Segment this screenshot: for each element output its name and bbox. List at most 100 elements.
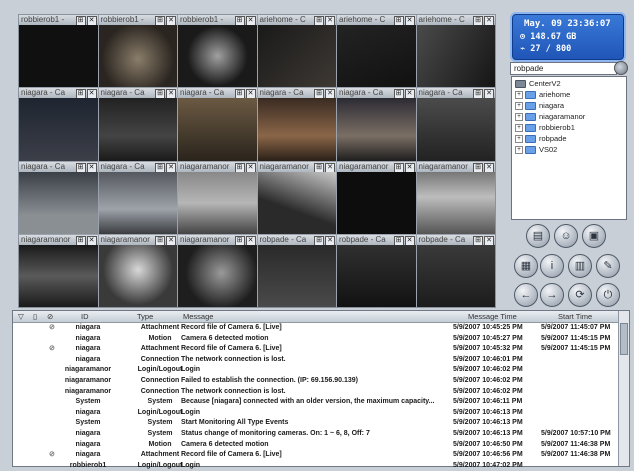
tree-item[interactable]: + VS02	[515, 145, 557, 155]
log-row[interactable]: System System Because [niagara] connected …	[13, 397, 619, 408]
expand-icon[interactable]: +	[515, 113, 523, 122]
camera-tile[interactable]: robpade - Ca ⊞ ✕	[337, 234, 416, 307]
log-row[interactable]: niagara Motion Camera 6 detected motion 5/9…	[13, 440, 619, 451]
forward-icon[interactable]: →	[540, 283, 564, 307]
expand-icon[interactable]: +	[515, 135, 523, 144]
expand-icon[interactable]: +	[515, 102, 523, 111]
tree-item[interactable]: + robpade	[515, 134, 567, 144]
camera-video[interactable]	[178, 244, 257, 307]
log-scrollbar[interactable]	[618, 311, 629, 466]
camera-tile[interactable]: niagaramanor ⊞ ✕	[98, 234, 177, 307]
camera-tile[interactable]: niagara - Ca ⊞ ✕	[257, 88, 336, 161]
tree-item[interactable]: + niagara	[515, 101, 564, 111]
search-button[interactable]	[614, 61, 628, 75]
power-icon[interactable]: ⏻	[596, 283, 620, 307]
layout-icon[interactable]: ▥	[568, 254, 592, 278]
grid-layout-icon[interactable]: ▦	[514, 254, 538, 278]
camera-tile[interactable]: niagara - Ca ⊞ ✕	[98, 88, 177, 161]
camera-video[interactable]	[416, 98, 495, 161]
log-row[interactable]: niagara Connection The network connection …	[13, 355, 619, 366]
camera-tile[interactable]: ariehome - C ⊞ ✕	[257, 15, 336, 88]
camera-video[interactable]	[416, 25, 495, 88]
col-message-time[interactable]: Message Time	[468, 311, 517, 322]
col-type[interactable]: Type	[137, 311, 153, 322]
camera-video[interactable]	[416, 244, 495, 307]
info-icon[interactable]: i	[540, 254, 564, 278]
log-row[interactable]: niagaramanor Connection The network connec…	[13, 387, 619, 398]
camera-tile[interactable]: niagaramanor ⊞ ✕	[337, 161, 416, 234]
tree-item[interactable]: + ariehome	[515, 90, 570, 100]
log-row[interactable]: niagaramanor Connection Failed to establis…	[13, 376, 619, 387]
camera-video[interactable]	[178, 171, 257, 234]
log-row[interactable]: niagara Motion Camera 6 detected motion 5/9…	[13, 334, 619, 345]
camera-tile[interactable]: robbierob1 - ⊞ ✕	[98, 15, 177, 88]
camera-tile[interactable]: niagara - Ca ⊞ ✕	[178, 88, 257, 161]
camera-video[interactable]	[178, 25, 257, 88]
camera-video[interactable]	[337, 98, 416, 161]
camera-tile[interactable]: niagaramanor ⊞ ✕	[178, 234, 257, 307]
settings-icon[interactable]: ✎	[596, 254, 620, 278]
camera-video[interactable]	[337, 25, 416, 88]
camera-video[interactable]	[19, 171, 98, 234]
camera-video[interactable]	[257, 25, 336, 88]
playback-icon[interactable]: ▣	[582, 224, 606, 248]
tree-item[interactable]: + robbierob1	[515, 123, 575, 133]
back-icon[interactable]: ←	[514, 283, 538, 307]
scroll-thumb[interactable]	[620, 323, 628, 355]
log-message-time: 5/9/2007 10:46:02 PM	[453, 387, 523, 395]
log-row[interactable]: ⊘ niagara Attachment Record file of Camera …	[13, 344, 619, 355]
camera-tile[interactable]: robbierob1 - ⊞ ✕	[19, 15, 98, 88]
site-tree[interactable]: CenterV2 + ariehome + niagara + niagaramano…	[511, 76, 627, 220]
camera-video[interactable]	[98, 244, 177, 307]
log-row[interactable]: niagara System Status change of monitoring…	[13, 429, 619, 440]
camera-tile[interactable]: niagaramanor ⊞ ✕	[19, 234, 98, 307]
camera-tile[interactable]: robpade - Ca ⊞ ✕	[416, 234, 495, 307]
camera-video[interactable]	[337, 171, 416, 234]
col-message[interactable]: Message	[183, 311, 213, 322]
expand-icon[interactable]: +	[515, 146, 523, 155]
log-row[interactable]: robbierob1 Login/Logout Login 5/9/2007 10:4…	[13, 461, 619, 471]
person-icon[interactable]: ☺	[554, 224, 578, 248]
camera-video[interactable]	[19, 244, 98, 307]
attach-icon[interactable]: ⊘	[47, 311, 53, 322]
log-row[interactable]: niagaramanor Login/Logout Login 5/9/2007 10…	[13, 365, 619, 376]
expand-icon[interactable]: +	[515, 91, 523, 100]
log-row[interactable]: ⊘ niagara Attachment Record file of Camera …	[13, 450, 619, 461]
camera-video[interactable]	[257, 244, 336, 307]
camera-tile[interactable]: niagara - Ca ⊞ ✕	[337, 88, 416, 161]
expand-icon[interactable]: +	[515, 124, 523, 133]
camera-tile[interactable]: robbierob1 - ⊞ ✕	[178, 15, 257, 88]
camera-video[interactable]	[19, 25, 98, 88]
camera-video[interactable]	[337, 244, 416, 307]
camera-tile[interactable]: niagara - Ca ⊞ ✕	[19, 88, 98, 161]
camera-tile[interactable]: niagara - Ca ⊞ ✕	[98, 161, 177, 234]
camera-tile[interactable]: niagaramanor ⊞ ✕	[416, 161, 495, 234]
camera-video[interactable]	[178, 98, 257, 161]
camera-video[interactable]	[257, 171, 336, 234]
camera-tile[interactable]: ariehome - C ⊞ ✕	[416, 15, 495, 88]
col-id[interactable]: ID	[81, 311, 89, 322]
log-row[interactable]: System System Start Monitoring All Type Ev…	[13, 418, 619, 429]
camera-tile[interactable]: niagara - Ca ⊞ ✕	[19, 161, 98, 234]
clear-icon[interactable]: ▯	[33, 311, 37, 322]
camera-tile[interactable]: niagara - Ca ⊞ ✕	[416, 88, 495, 161]
tree-root[interactable]: CenterV2	[515, 79, 561, 89]
camera-video[interactable]	[98, 98, 177, 161]
camera-video[interactable]	[416, 171, 495, 234]
tree-item[interactable]: + niagaramanor	[515, 112, 585, 122]
log-row[interactable]: niagara Login/Logout Login 5/9/2007 10:46:1…	[13, 408, 619, 419]
camera-video[interactable]	[98, 25, 177, 88]
camera-video[interactable]	[98, 171, 177, 234]
filter-icon[interactable]: ▽	[18, 311, 24, 322]
camera-tile[interactable]: ariehome - C ⊞ ✕	[337, 15, 416, 88]
camera-video[interactable]	[257, 98, 336, 161]
camera-tile[interactable]: robpade - Ca ⊞ ✕	[257, 234, 336, 307]
camera-video[interactable]	[19, 98, 98, 161]
col-start-time[interactable]: Start Time	[558, 311, 592, 322]
log-row[interactable]: ⊘ niagara Attachment Record file of Camera …	[13, 323, 619, 334]
camera-tile[interactable]: niagaramanor ⊞ ✕	[178, 161, 257, 234]
refresh-icon[interactable]: ⟳	[568, 283, 592, 307]
search-input[interactable]: robpade	[510, 62, 617, 75]
document-icon[interactable]: ▤	[526, 224, 550, 248]
camera-tile[interactable]: niagaramanor ⊞ ✕	[257, 161, 336, 234]
